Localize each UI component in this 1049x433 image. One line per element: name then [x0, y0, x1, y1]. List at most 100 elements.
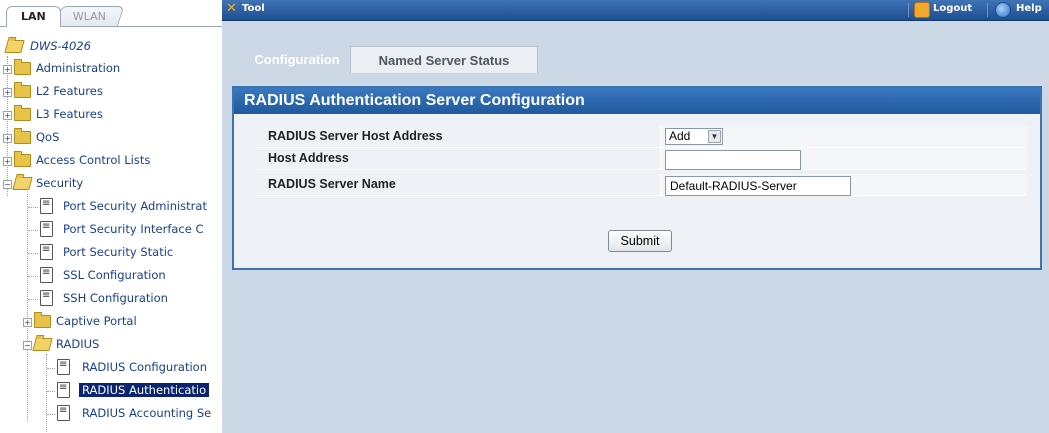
help-link[interactable]: Help: [1016, 3, 1042, 14]
folder-open-icon: [12, 177, 33, 190]
page-icon: [40, 267, 53, 283]
page-icon: [57, 405, 70, 421]
tree-item-label: SSL Configuration: [63, 268, 166, 282]
tree-item-label: L3 Features: [36, 107, 103, 121]
tab-wlan[interactable]: WLAN: [54, 6, 125, 27]
tree-item-label: Port Security Static: [63, 245, 174, 259]
panel-title: RADIUS Authentication Server Configurati…: [234, 88, 1040, 114]
tree-item-radius-accounting[interactable]: RADIUS Accounting Se: [0, 403, 232, 425]
tree-item-port-security-administration[interactable]: Port Security Administrat: [0, 196, 232, 218]
tree-item-label: RADIUS Authenticatio: [79, 383, 210, 397]
tree-connector: [28, 299, 38, 300]
nav-tab-bar: WLAN LAN: [0, 0, 232, 30]
tree-connector: [47, 368, 55, 369]
page-icon: [40, 198, 53, 214]
tab-lan[interactable]: LAN: [6, 6, 61, 27]
panel-body: RADIUS Server Host Address Add ▼ Host Ad…: [234, 114, 1040, 268]
expand-icon[interactable]: +: [3, 111, 12, 120]
folder-icon: [14, 105, 31, 121]
toolbar-divider: [908, 3, 909, 17]
tree-item-captive-portal[interactable]: + Captive Portal: [0, 311, 232, 333]
page-icon: [57, 359, 70, 375]
field-label: RADIUS Server Name: [268, 177, 396, 191]
help-icon[interactable]: [995, 2, 1011, 18]
host-address-input[interactable]: [665, 150, 801, 170]
tab-configuration[interactable]: Configuration: [232, 45, 362, 73]
tree-item-label: Captive Portal: [56, 314, 137, 328]
logout-link[interactable]: Logout: [933, 3, 972, 14]
tree-item-label: Access Control Lists: [36, 153, 151, 167]
page-icon: [40, 221, 53, 237]
tree-item-l2-features[interactable]: + L2 Features: [0, 81, 230, 103]
tree-item-qos[interactable]: + QoS: [0, 127, 230, 149]
tree-item-ssl-configuration[interactable]: SSL Configuration: [0, 265, 232, 287]
host-address-select[interactable]: Add ▼: [665, 128, 723, 145]
tree-item-label: Port Security Administrat: [63, 199, 207, 213]
top-toolbar: ✕ Tool Logout Help: [222, 0, 1049, 21]
expand-icon[interactable]: +: [3, 134, 12, 143]
wrench-icon[interactable]: ✕: [226, 2, 240, 16]
form-row-server-name: RADIUS Server Name Default-RADIUS-Server: [256, 174, 1027, 196]
tree-connector: [28, 230, 38, 231]
tree-item-administration[interactable]: + Administration: [0, 58, 230, 80]
tree-item-label: RADIUS Accounting Se: [82, 406, 212, 420]
tree-connector: [47, 414, 55, 415]
expand-icon[interactable]: +: [23, 318, 32, 327]
tree-item-label: Administration: [36, 61, 121, 75]
tree-root-label: DWS-4026: [30, 39, 91, 53]
folder-icon: [14, 128, 31, 144]
left-navigation-pane: WLAN LAN DWS-4026 + Administration + L2 …: [0, 0, 233, 433]
field-label: Host Address: [268, 151, 349, 165]
select-value: Add: [669, 129, 691, 143]
tree-item-label: SSH Configuration: [63, 291, 168, 305]
logout-icon[interactable]: [914, 2, 930, 18]
tree-item-radius-authentication[interactable]: RADIUS Authenticatio: [0, 380, 232, 402]
tree-item-radius[interactable]: − RADIUS: [0, 334, 232, 356]
tree-item-security[interactable]: − Security: [0, 173, 230, 195]
expand-icon[interactable]: +: [3, 65, 12, 74]
tree-root[interactable]: DWS-4026: [4, 36, 224, 58]
tree-item-label: RADIUS: [56, 337, 100, 351]
tree-item-label: QoS: [36, 130, 60, 144]
field-label: RADIUS Server Host Address: [268, 129, 443, 143]
tree-item-l3-features[interactable]: + L3 Features: [0, 104, 230, 126]
collapse-icon[interactable]: −: [3, 180, 12, 189]
tree-connector: [47, 391, 55, 392]
tree-item-label: Security: [36, 176, 84, 190]
tree-item-radius-configuration[interactable]: RADIUS Configuration: [0, 357, 232, 379]
tree-item-port-security-static[interactable]: Port Security Static: [0, 242, 232, 264]
main-content: Configuration Named Server Status RADIUS…: [222, 21, 1049, 433]
tree-item-label: Port Security Interface C: [63, 222, 204, 236]
tab-wlan-label: WLAN: [72, 10, 106, 23]
form-row-host-address: Host Address: [256, 148, 1027, 170]
folder-icon: [14, 59, 31, 75]
tree-connector: [28, 276, 38, 277]
tree-item-ssh-configuration[interactable]: SSH Configuration: [0, 288, 232, 310]
folder-icon: [34, 312, 51, 328]
folder-icon: [14, 151, 31, 167]
submit-button[interactable]: Submit: [608, 230, 672, 252]
toolbar-divider: [987, 3, 988, 17]
tree-connector: [28, 207, 38, 208]
expand-icon[interactable]: +: [3, 88, 12, 97]
collapse-icon[interactable]: −: [23, 341, 32, 350]
tree-item-label: L2 Features: [36, 84, 103, 98]
tree-item-port-security-interface[interactable]: Port Security Interface C: [0, 219, 232, 241]
folder-open-icon: [4, 40, 25, 53]
folder-open-icon: [32, 338, 53, 351]
tree-connector: [28, 253, 38, 254]
page-icon: [40, 244, 53, 260]
field-value-cell: Default-RADIUS-Server: [660, 174, 1027, 196]
field-value-cell: [660, 148, 1027, 170]
page-icon: [57, 382, 70, 398]
expand-icon[interactable]: +: [3, 157, 12, 166]
chevron-down-icon[interactable]: ▼: [708, 130, 721, 143]
tool-menu[interactable]: Tool: [242, 3, 265, 14]
tab-named-server-status[interactable]: Named Server Status: [350, 46, 538, 73]
radius-auth-server-panel: RADIUS Authentication Server Configurati…: [232, 86, 1042, 270]
folder-icon: [14, 82, 31, 98]
server-name-input[interactable]: Default-RADIUS-Server: [665, 176, 851, 196]
page-icon: [40, 290, 53, 306]
tree-item-label: RADIUS Configuration: [82, 360, 208, 374]
tree-item-access-control-lists[interactable]: + Access Control Lists: [0, 150, 230, 172]
